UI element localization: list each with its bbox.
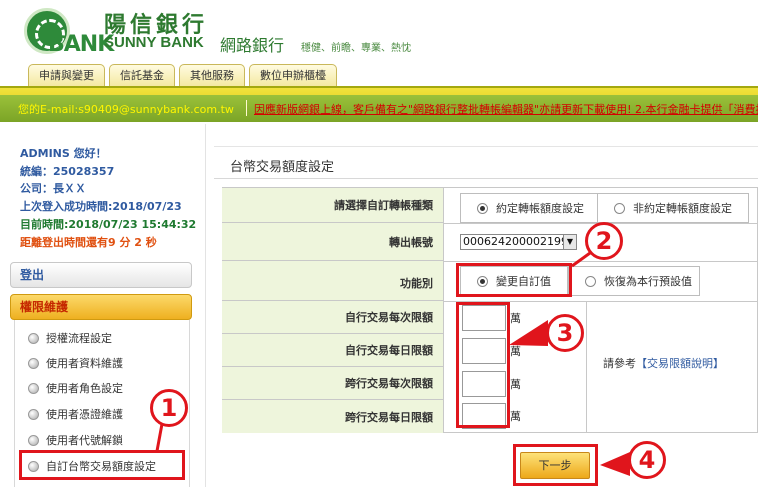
limit-label: 跨行交易每次限額 <box>345 377 433 390</box>
radio-label: 恢復為本行預設值 <box>604 275 692 288</box>
annotation-box-3 <box>456 302 510 428</box>
annotation-badge-4: 4 <box>628 441 666 479</box>
menu-item-label: 使用者代號解鎖 <box>46 434 123 447</box>
limit-label: 自行交易每次限額 <box>345 311 433 324</box>
radio-non-agreed-transfer[interactable]: 非約定轉帳額度設定 <box>597 193 749 223</box>
account-select[interactable]: 0006242000021991 ▼ <box>460 234 577 250</box>
account-value: 0006242000021991 <box>463 235 575 248</box>
permission-section-header[interactable]: 權限維護 <box>10 294 192 320</box>
dropdown-arrow-icon: ▼ <box>563 235 576 249</box>
unit-label: 萬 <box>510 312 521 325</box>
bullet-icon <box>28 382 39 394</box>
tab-trust-fund[interactable]: 信託基金 <box>109 64 175 86</box>
email-label: 您的E-mail:s90409@sunnybank.com.tw <box>18 103 234 116</box>
service-name: 網路銀行 <box>220 36 285 55</box>
unit-label: 萬 <box>510 410 521 423</box>
tab-apply-change[interactable]: 申請與變更 <box>28 64 105 86</box>
menu-item-user-unlock[interactable]: 使用者代號解鎖 <box>28 432 123 448</box>
unit-label: 萬 <box>510 345 521 358</box>
bullet-icon <box>28 434 39 446</box>
radio-unselected-icon <box>585 275 596 287</box>
annotation-box-2 <box>456 263 572 297</box>
radio-label: 約定轉帳額度設定 <box>496 202 584 215</box>
logout-countdown: 距離登出時間還有9 分 2 秒 <box>20 236 157 249</box>
menu-item-label: 使用者憑證維護 <box>46 408 123 421</box>
divider <box>246 100 247 116</box>
radio-restore-default[interactable]: 恢復為本行預設值 <box>568 266 700 296</box>
menu-item-user-data[interactable]: 使用者資料維護 <box>28 355 123 371</box>
last-login: 上次登入成功時間:2018/07/23 <box>20 200 182 213</box>
bullet-icon <box>28 332 39 344</box>
menu-item-label: 使用者資料維護 <box>46 357 123 370</box>
label-cell-function: 功能別 <box>222 261 444 301</box>
unit-label: 萬 <box>510 378 521 391</box>
label-cell-limit-3: 跨行交易每次限額 <box>222 367 444 400</box>
annotation-box-1 <box>19 450 185 480</box>
radio-selected-icon <box>477 202 488 214</box>
label-cell-limit-2: 自行交易每日限額 <box>222 334 444 367</box>
menu-item-auth-flow[interactable]: 授權流程設定 <box>28 330 112 346</box>
reference-prefix: 請參考 <box>603 357 636 370</box>
function-label: 功能別 <box>400 277 433 290</box>
announcement-link[interactable]: 因應新版網銀上線，客戶備有之"網路銀行整批轉帳編輯器"亦請更新下載使用! 2.本… <box>254 101 758 117</box>
limit-label: 跨行交易每日限額 <box>345 410 433 424</box>
annotation-badge-2: 2 <box>585 222 623 260</box>
divider <box>214 146 758 147</box>
annotation-box-4 <box>513 444 598 486</box>
menu-item-user-role[interactable]: 使用者角色設定 <box>28 380 123 396</box>
transfer-type-label: 請選擇自訂轉帳種類 <box>334 199 433 212</box>
bank-name-en: SUNNY BANK <box>104 34 204 51</box>
radio-unselected-icon <box>614 202 625 214</box>
annotation-badge-1: 1 <box>150 389 188 427</box>
label-cell-limit-1: 自行交易每次限額 <box>222 301 444 334</box>
tab-digital-counter[interactable]: 數位申辦櫃檯 <box>249 64 337 86</box>
logout-button[interactable]: 登出 <box>10 262 192 288</box>
label-cell-limit-4: 跨行交易每日限額 <box>222 400 444 433</box>
greeting: ADMINS 您好！ <box>20 147 107 160</box>
label-cell-transfer-type: 請選擇自訂轉帳種類 <box>222 188 444 223</box>
row-divider <box>444 261 758 262</box>
bullet-icon <box>28 357 39 369</box>
arrow-4 <box>600 452 630 476</box>
label-cell-account: 轉出帳號 <box>222 223 444 261</box>
column-divider <box>586 301 587 433</box>
company: 公司：長ＸＸ <box>20 182 86 195</box>
limit-explanation-link[interactable]: 【交易限額說明】 <box>636 357 724 370</box>
account-label: 轉出帳號 <box>389 235 433 249</box>
bullet-icon <box>28 408 39 420</box>
tab-other-services[interactable]: 其他服務 <box>179 64 245 86</box>
menu-item-label: 使用者角色設定 <box>46 382 123 395</box>
radio-label: 非約定轉帳額度設定 <box>633 202 732 215</box>
slogan: 穩健、前瞻、專業、熱忱 <box>301 43 411 54</box>
current-time: 目前時間:2018/07/23 15:44:32 <box>20 218 197 231</box>
annotation-badge-3: 3 <box>546 314 584 352</box>
reference-note: 請參考【交易限額說明】 <box>603 355 724 371</box>
divider <box>214 178 758 179</box>
menu-item-user-cert[interactable]: 使用者憑證維護 <box>28 406 123 422</box>
radio-agreed-transfer[interactable]: 約定轉帳額度設定 <box>460 193 598 223</box>
limit-label: 自行交易每日限額 <box>345 344 433 357</box>
top-tabs: 申請與變更 信託基金 其他服務 數位申辦櫃檯 <box>28 64 337 86</box>
tax-id: 統編：25028357 <box>20 165 115 178</box>
page-title: 台幣交易額度設定 <box>230 160 335 175</box>
menu-item-label: 授權流程設定 <box>46 332 112 345</box>
